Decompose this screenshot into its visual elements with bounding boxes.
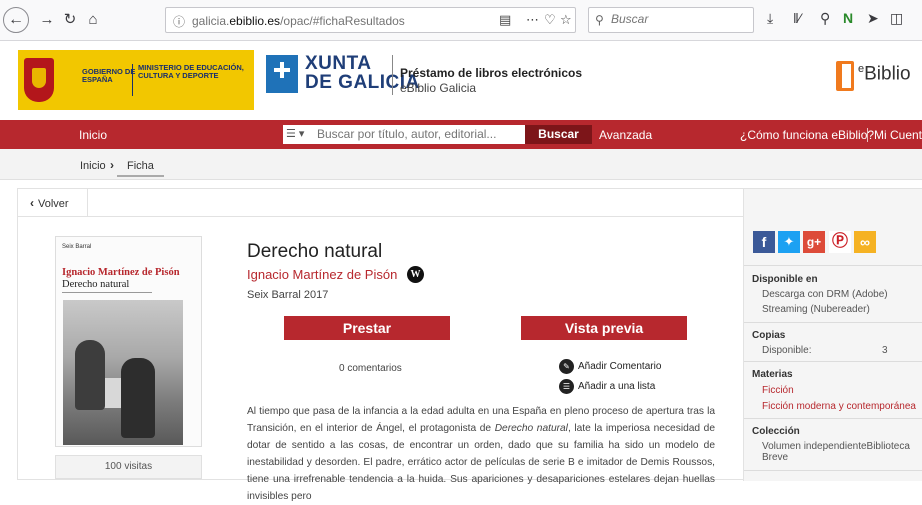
link-icon[interactable]: ∞ [854, 231, 876, 253]
gobierno-logo[interactable]: GOBIERNO DE ESPAÑA MINISTERIO DE EDUCACI… [18, 50, 254, 110]
nav-separator [867, 128, 868, 142]
coleccion-value: Volumen independienteBiblioteca Breve [762, 441, 910, 463]
reader-view-icon[interactable]: ▤ [499, 12, 511, 28]
url-bar[interactable]: ⓘ galicia.ebiblio.es/opac/#fichaResultad… [165, 7, 576, 33]
nav-inicio-link[interactable]: Inicio [79, 128, 107, 142]
chevron-left-icon: ‹ [30, 196, 34, 210]
divider [744, 470, 922, 471]
wikipedia-icon[interactable]: W [407, 266, 424, 283]
book-title: Derecho natural [247, 241, 383, 262]
my-account-link[interactable]: Mi Cuenta [874, 128, 922, 142]
browser-toolbar: ← → ↻ ⌂ ⓘ galicia.ebiblio.es/opac/#ficha… [0, 0, 922, 41]
copias-heading: Copias [752, 330, 786, 341]
pocket-icon[interactable]: ♡ [544, 12, 556, 28]
add-comment-link[interactable]: ✎ Añadir Comentario [559, 359, 661, 374]
extension-n-icon[interactable]: N [843, 10, 853, 26]
divider [744, 418, 922, 419]
publisher-year: Seix Barral 2017 [247, 289, 329, 301]
site-header: GOBIERNO DE ESPAÑA MINISTERIO DE EDUCACI… [0, 41, 922, 120]
book-info-sidebar: f ✦ g+ Ⓟ ∞ Disponible en Descarga con DR… [743, 189, 922, 481]
browser-search-bar[interactable]: ⚲ [588, 7, 754, 33]
catalog-search-input[interactable] [317, 127, 517, 141]
extension-rocket-icon[interactable]: ➤ [867, 10, 879, 27]
library-icon[interactable]: ‖⁄ [793, 10, 801, 26]
breadcrumb-ficha: Ficha [127, 160, 154, 172]
logo-divider [132, 64, 133, 96]
book-cover[interactable]: Seix Barral Ignacio Martínez de Pisón De… [55, 236, 202, 447]
forward-arrow-icon[interactable]: → [36, 9, 58, 31]
buscar-button[interactable]: Buscar [525, 125, 592, 144]
disponible-en-heading: Disponible en [752, 274, 818, 285]
format-streaming: Streaming (Nubereader) [762, 304, 870, 315]
vista-previa-button[interactable]: Vista previa [521, 316, 687, 340]
materia-ficcion-link[interactable]: Ficción [762, 385, 794, 396]
materias-heading: Materias [752, 369, 793, 380]
catalog-search: ☰ ▾ Buscar [283, 125, 592, 144]
comment-icon: ✎ [559, 359, 574, 374]
info-icon[interactable]: ⓘ [173, 13, 185, 30]
main-nav: Inicio ☰ ▾ Buscar Avanzada ¿Cómo funcion… [0, 120, 922, 149]
pinterest-icon[interactable]: Ⓟ [829, 231, 851, 253]
sidebar-toggle-icon[interactable]: ◫ [890, 10, 903, 27]
ebiblio-logo-text: eBiblio [858, 63, 911, 85]
zoom-search-icon[interactable]: ⚲ [820, 10, 830, 27]
divider [744, 322, 922, 323]
ministerio-text: MINISTERIO DE EDUCACIÓN, CULTURA Y DEPOR… [138, 63, 244, 80]
disponible-label: Disponible: [762, 345, 812, 356]
comment-count[interactable]: 0 comentarios [339, 363, 402, 374]
breadcrumb: Inicio › Ficha [0, 149, 922, 180]
site-subtitle: eBiblio Galicia [400, 81, 477, 95]
xunta-cross-icon[interactable] [266, 55, 298, 93]
book-synopsis: Al tiempo que pasa de la infancia a la e… [247, 406, 715, 502]
add-to-list-link[interactable]: ☰ Añadir a una lista [559, 379, 655, 394]
url-text: galicia.ebiblio.es/opac/#fichaResultados [192, 14, 405, 28]
ebiblio-logo[interactable]: eBiblio [836, 59, 922, 93]
cover-publisher: Seix Barral [62, 244, 92, 250]
volver-button[interactable]: ‹ Volver [18, 189, 88, 217]
volver-bar: ‹ Volver [18, 189, 743, 217]
search-icon: ⚲ [595, 13, 604, 27]
twitter-icon[interactable]: ✦ [778, 231, 800, 253]
divider [744, 265, 922, 266]
book-author-link[interactable]: Ignacio Martínez de Pisón [247, 267, 397, 282]
coleccion-heading: Colección [752, 426, 800, 437]
breadcrumb-inicio[interactable]: Inicio [80, 160, 106, 172]
disponible-count: 3 [882, 345, 888, 356]
cover-rule [62, 292, 152, 293]
format-drm: Descarga con DRM (Adobe) [762, 289, 888, 300]
volver-label: Volver [38, 198, 69, 210]
download-icon[interactable]: ⤓ [767, 10, 773, 27]
divider [744, 361, 922, 362]
breadcrumb-underline [117, 175, 164, 177]
home-icon[interactable]: ⌂ [82, 9, 104, 31]
advanced-search-link[interactable]: Avanzada [599, 128, 652, 142]
cover-photo [63, 300, 183, 445]
cover-photo-child [75, 340, 105, 410]
gobierno-text: GOBIERNO DE ESPAÑA [82, 67, 136, 84]
browser-search-input[interactable] [611, 12, 741, 26]
cover-title: Derecho natural [62, 279, 130, 290]
visit-count: 100 visitas [55, 455, 202, 479]
facebook-icon[interactable]: f [753, 231, 775, 253]
page-actions-icon[interactable]: ⋯ [526, 12, 539, 28]
prestar-button[interactable]: Prestar [284, 316, 450, 340]
bookmark-star-icon[interactable]: ☆ [560, 12, 572, 28]
site-title: Préstamo de libros electrónicos [400, 66, 583, 80]
chevron-right-icon: › [110, 158, 114, 172]
book-detail-panel: ‹ Volver Seix Barral Ignacio Martínez de … [17, 188, 922, 502]
cover-author: Ignacio Martínez de Pisón [62, 267, 180, 278]
cover-photo-child [121, 358, 155, 438]
how-it-works-link[interactable]: ¿Cómo funciona eBiblio? [740, 128, 874, 142]
header-divider [392, 55, 393, 95]
reload-icon[interactable]: ↻ [59, 9, 81, 31]
back-arrow-icon[interactable]: ← [3, 7, 29, 33]
search-type-dropdown[interactable]: ☰ ▾ [286, 127, 312, 142]
google-plus-icon[interactable]: g+ [803, 231, 825, 253]
ebiblio-book-icon [836, 61, 854, 91]
materia-ficcion-moderna-link[interactable]: Ficción moderna y contemporánea [762, 401, 916, 412]
list-icon: ☰ [559, 379, 574, 394]
coat-of-arms-icon [24, 58, 54, 102]
